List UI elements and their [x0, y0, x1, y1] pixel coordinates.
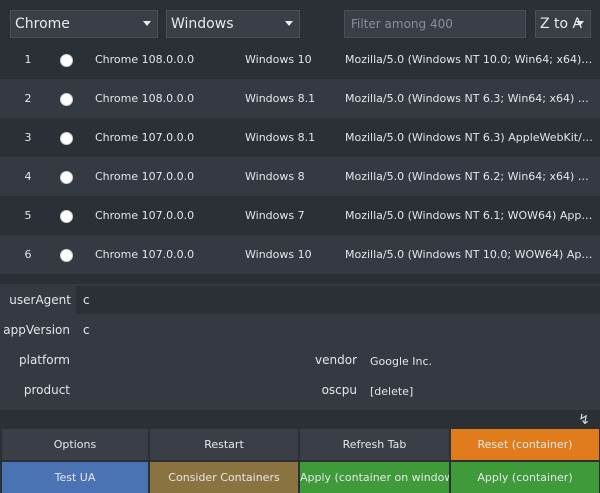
row-index: 4	[24, 170, 32, 183]
select-radio[interactable]	[60, 132, 73, 145]
list-item[interactable]: 4 Chrome 107.0.0.0 Windows 8 Mozilla/5.0…	[0, 157, 600, 196]
row-index: 2	[24, 92, 32, 105]
vendor-value[interactable]: Google Inc.	[370, 355, 432, 368]
options-button[interactable]: Options	[2, 429, 149, 460]
row-browser: Chrome 107.0.0.0	[95, 131, 195, 144]
row-ua-string: Mozilla/5.0 (Windows NT 6.3) AppleWebKit…	[345, 131, 593, 144]
os-select-value: Windows	[171, 16, 234, 32]
row-index: 3	[24, 131, 32, 144]
row-ua-string: Mozilla/5.0 (Windows NT 6.3; Win64; x64)…	[345, 92, 593, 105]
list-item[interactable]: 3 Chrome 107.0.0.0 Windows 8.1 Mozilla/5…	[0, 118, 600, 157]
vendor-label: vendor	[315, 353, 357, 367]
select-radio[interactable]	[60, 54, 73, 67]
os-select[interactable]: Windows	[166, 10, 300, 38]
platform-label: platform	[19, 353, 70, 367]
row-os: Windows 10	[245, 53, 312, 66]
product-label: product	[23, 383, 70, 397]
select-radio[interactable]	[60, 171, 73, 184]
row-browser: Chrome 108.0.0.0	[95, 92, 195, 105]
appversion-field[interactable]: c	[76, 316, 600, 344]
appversion-label: appVersion	[3, 323, 70, 337]
row-browser: Chrome 107.0.0.0	[95, 248, 195, 261]
row-ua-string: Mozilla/5.0 (Windows NT 6.1; WOW64) Appl…	[345, 209, 593, 222]
list-item[interactable]: 1 Chrome 108.0.0.0 Windows 10 Mozilla/5.…	[0, 40, 600, 79]
button-spacer	[0, 410, 600, 429]
row-browser: Chrome 108.0.0.0	[95, 53, 195, 66]
caret-down-icon	[576, 21, 584, 26]
sort-select[interactable]: Z to A	[535, 10, 591, 38]
apply-container-button[interactable]: Apply (container)	[451, 462, 600, 493]
row-os: Windows 10	[245, 248, 312, 261]
useragent-field[interactable]: c	[76, 286, 600, 314]
select-radio[interactable]	[60, 249, 73, 262]
refresh-tab-button[interactable]: Refresh Tab	[300, 429, 450, 460]
row-index: 5	[24, 209, 32, 222]
consider-containers-button[interactable]: Consider Containers	[150, 462, 299, 493]
filter-bar: Chrome Windows Z to A	[0, 0, 600, 42]
row-os: Windows 8	[245, 170, 305, 183]
select-radio[interactable]	[60, 93, 73, 106]
restart-button[interactable]: Restart	[150, 429, 299, 460]
row-ua-string: Mozilla/5.0 (Windows NT 6.2; Win64; x64)…	[345, 170, 593, 183]
row-os: Windows 7	[245, 209, 305, 222]
list-spacer	[0, 274, 600, 284]
row-browser: Chrome 107.0.0.0	[95, 170, 195, 183]
apply-container-window-button[interactable]: Apply (container on window)	[300, 462, 450, 493]
link-icon[interactable]: ↯	[578, 412, 590, 428]
select-radio[interactable]	[60, 210, 73, 223]
row-ua-string: Mozilla/5.0 (Windows NT 10.0; Win64; x64…	[345, 53, 593, 66]
row-os: Windows 8.1	[245, 131, 316, 144]
row-browser: Chrome 107.0.0.0	[95, 209, 195, 222]
test-ua-button[interactable]: Test UA	[2, 462, 149, 493]
filter-input[interactable]	[344, 10, 526, 38]
oscpu-value[interactable]: [delete]	[370, 385, 413, 398]
oscpu-label: oscpu	[321, 383, 357, 397]
caret-down-icon	[285, 21, 293, 26]
useragent-label: userAgent	[9, 293, 71, 307]
list-item[interactable]: 6 Chrome 107.0.0.0 Windows 10 Mozilla/5.…	[0, 235, 600, 274]
details-panel: userAgent c appVersion c platform vendor…	[0, 284, 600, 410]
caret-down-icon	[143, 21, 151, 26]
browser-select[interactable]: Chrome	[10, 10, 158, 38]
row-index: 6	[24, 248, 32, 261]
list-item[interactable]: 2 Chrome 108.0.0.0 Windows 8.1 Mozilla/5…	[0, 79, 600, 118]
row-index: 1	[24, 53, 32, 66]
user-agent-list: 1 Chrome 108.0.0.0 Windows 10 Mozilla/5.…	[0, 40, 600, 274]
reset-container-button[interactable]: Reset (container)	[451, 429, 600, 460]
row-ua-string: Mozilla/5.0 (Windows NT 10.0; WOW64) App…	[345, 248, 593, 261]
row-os: Windows 8.1	[245, 92, 316, 105]
browser-select-value: Chrome	[15, 16, 70, 32]
list-item[interactable]: 5 Chrome 107.0.0.0 Windows 7 Mozilla/5.0…	[0, 196, 600, 235]
